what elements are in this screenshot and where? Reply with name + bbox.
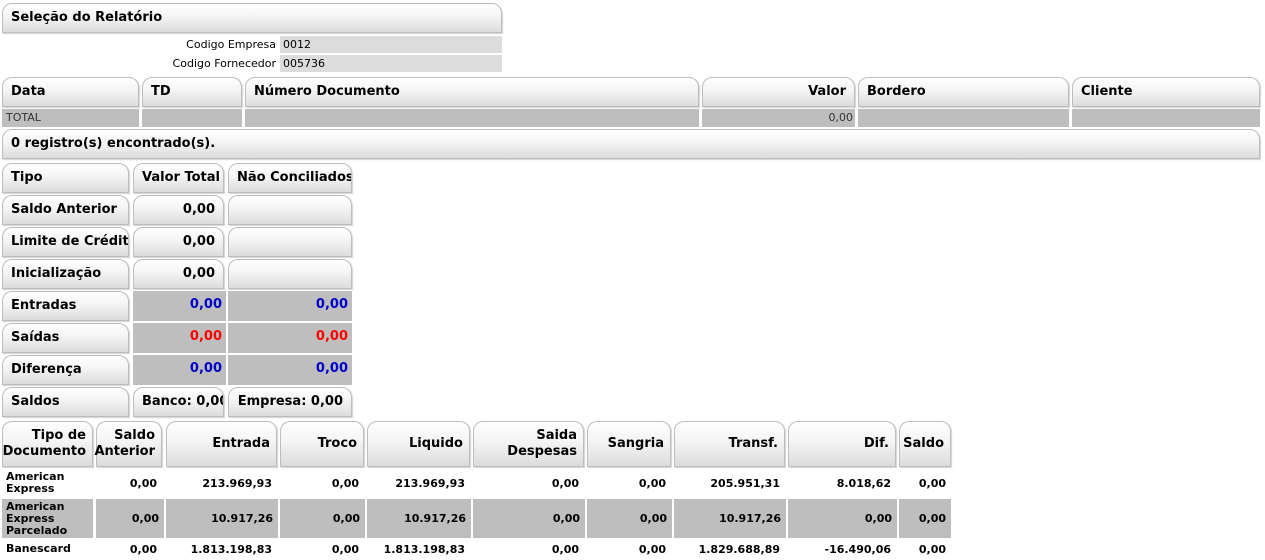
summary-total-limite-credito: 0,00 [133,227,224,257]
mov-header-entrada[interactable]: Entrada [166,421,277,467]
summary-label-saidas: Saídas [2,323,129,353]
total-cliente-cell [1072,109,1260,127]
summary-header-valor-total: Valor Total [133,163,224,193]
summary-total-inicializacao: 0,00 [133,259,224,289]
empresa-label: Codigo Empresa [186,38,276,51]
mov-header-sangria[interactable]: Sangria [587,421,671,467]
mov-header-label: Saida Despesas [507,428,577,459]
mov-cell-sangria: 0,00 [587,499,672,538]
mov-header-label: Saldo [903,436,944,451]
summary-header-nao-conciliados: Não Conciliados [228,163,352,193]
mov-cell-entrada: 213.969,93 [202,476,272,490]
mov-cell-saldo-anterior: 0,00 [129,476,157,490]
col-header-numero-documento[interactable]: Número Documento [245,77,699,107]
mov-cell-entrada: 1.813.198,83 [190,542,272,556]
col-header-valor[interactable]: Valor [702,77,855,107]
mov-cell-tipo: American Express Parcelado [2,499,93,538]
mov-cell-troco: 0,00 [331,542,359,556]
mov-header-saldo[interactable]: Saldo [899,421,951,467]
mov-cell-saldo: 0,00 [918,542,946,556]
mov-cell-saida-despesas: 0,00 [551,542,579,556]
mov-header-transf[interactable]: Transf. [674,421,785,467]
mov-cell-dif: -16.490,06 [824,542,892,556]
col-header-bordero[interactable]: Bordero [858,77,1069,107]
summary-total-entradas: 0,00 [133,291,226,321]
mov-header-label: Troco [317,436,357,451]
summary-nc-inicializacao [228,259,352,289]
mov-header-label: Dif. [863,436,889,451]
mov-cell-saida-despesas: 0,00 [473,499,585,538]
col-header-td[interactable]: TD [142,77,242,107]
total-td-cell [142,109,242,127]
total-numero-cell [245,109,699,127]
summary-banco-saldo: Banco: 0,00 [133,387,224,417]
summary-label-entradas: Entradas [2,291,129,321]
mov-cell-troco: 0,00 [331,476,359,490]
summary-nc-entradas: 0,00 [228,291,352,321]
mov-header-label: Transf. [728,436,779,451]
mov-cell-transf: 1.829.688,89 [698,542,780,556]
mov-cell-saldo-anterior: 0,00 [96,499,164,538]
mov-cell-liquido: 213.969,93 [395,476,465,490]
records-found: 0 registro(s) encontrado(s). [2,129,1260,159]
mov-header-tipo-documento[interactable]: Tipo de Documento [2,421,93,467]
mov-header-dif[interactable]: Dif. [788,421,896,467]
empresa-field[interactable]: 0012 [280,36,502,53]
mov-header-label: Saldo Anterior [94,428,155,459]
summary-label-saldos: Saldos [2,387,129,417]
summary-nc-limite-credito [228,227,352,257]
col-header-cliente[interactable]: Cliente [1072,77,1260,107]
summary-nc-diferenca: 0,00 [228,355,352,385]
mov-header-label: Liquido [409,436,463,451]
summary-label-limite-credito: Limite de Crédito [2,227,129,257]
fornecedor-label: Codigo Fornecedor [172,57,276,70]
summary-nc-saidas: 0,00 [228,323,352,353]
selection-title: Seleção do Relatório [2,3,502,33]
mov-cell-transf: 205.951,31 [710,476,780,490]
summary-label-diferenca: Diferença [2,355,129,385]
mov-header-label: Sangria [607,436,664,451]
mov-cell-saldo: 0,00 [899,499,951,538]
mov-header-saldo-anterior[interactable]: Saldo Anterior [94,421,162,467]
mov-cell-saldo-anterior: 0,00 [129,542,157,556]
mov-cell-liquido: 1.813.198,83 [383,542,465,556]
mov-cell-saida-despesas: 0,00 [551,476,579,490]
summary-empresa-saldo: Empresa: 0,00 [228,387,352,417]
mov-header-liquido[interactable]: Liquido [367,421,470,467]
fornecedor-field[interactable]: 005736 [280,55,502,72]
total-label: TOTAL [2,109,139,127]
mov-cell-dif: 8.018,62 [836,476,891,490]
mov-cell-sangria: 0,00 [638,542,666,556]
mov-cell-troco: 0,00 [280,499,365,538]
mov-cell-tipo: Banescard [6,542,71,555]
mov-cell-transf: 10.917,26 [674,499,786,538]
mov-header-label: Tipo de Documento [2,428,87,459]
summary-label-inicializacao: Inicialização [2,259,129,289]
summary-total-saldo-anterior: 0,00 [133,195,224,225]
mov-cell-sangria: 0,00 [638,476,666,490]
summary-nc-saldo-anterior [228,195,352,225]
summary-label-saldo-anterior: Saldo Anterior [2,195,129,225]
summary-total-diferenca: 0,00 [133,355,226,385]
total-valor: 0,00 [702,109,855,127]
mov-cell-tipo: American Express [6,470,65,495]
col-header-data[interactable]: Data [2,77,139,107]
mov-cell-saldo: 0,00 [918,476,946,490]
summary-total-saidas: 0,00 [133,323,226,353]
mov-cell-liquido: 10.917,26 [367,499,471,538]
summary-header-tipo: Tipo [2,163,129,193]
total-bordero-cell [858,109,1069,127]
mov-header-troco[interactable]: Troco [280,421,364,467]
mov-header-saida-despesas[interactable]: Saida Despesas [473,421,584,467]
mov-cell-entrada: 10.917,26 [166,499,278,538]
mov-cell-dif: 0,00 [788,499,897,538]
mov-header-label: Entrada [212,436,270,451]
